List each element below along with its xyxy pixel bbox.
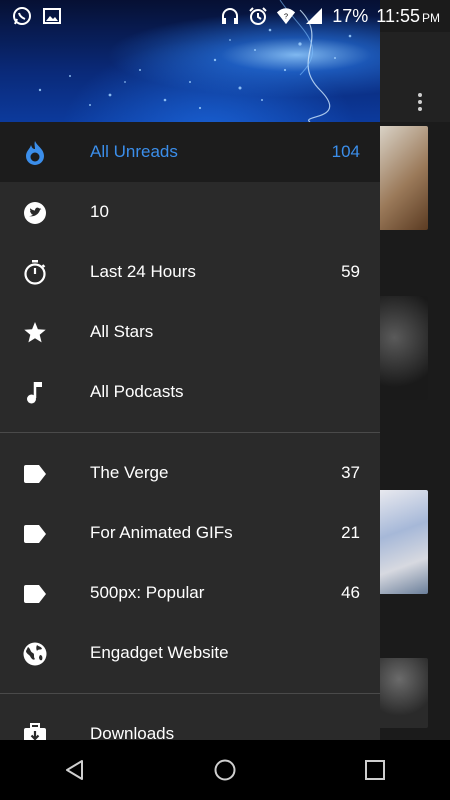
drawer-item-label: Last 24 Hours [90, 262, 196, 281]
drawer-item-label: The Verge [90, 463, 169, 482]
navigation-drawer: All Unreads 104 10 Last 24 Hours 59 All … [0, 0, 380, 740]
drawer-item-500px-popular[interactable]: 500px: Popular 46 [0, 563, 380, 623]
divider [0, 693, 380, 694]
drawer-item-the-verge[interactable]: The Verge 37 [0, 443, 380, 503]
clock: 11:55 PM [376, 6, 440, 27]
headphones-icon [220, 6, 240, 26]
whatsapp-icon [12, 6, 32, 26]
overflow-menu-icon[interactable] [418, 90, 424, 114]
recents-icon [365, 760, 385, 780]
twitter-icon [22, 200, 48, 226]
divider [0, 432, 380, 433]
wifi-icon: ? [276, 6, 296, 26]
drawer-item-label: All Unreads [90, 142, 178, 161]
stopwatch-icon [22, 260, 48, 286]
drawer-item-label: 500px: Popular [90, 583, 205, 602]
clock-time: 11:55 [376, 5, 420, 26]
alarm-icon [248, 6, 268, 26]
drawer-item-all-podcasts[interactable]: All Podcasts [0, 362, 380, 422]
drawer-item-for-animated-gifs[interactable]: For Animated GIFs 21 [0, 503, 380, 563]
article-thumbnail[interactable] [380, 490, 428, 594]
download-icon [22, 722, 48, 740]
unread-count: 46 [341, 583, 360, 602]
background-toolbar [380, 32, 450, 122]
home-icon [214, 759, 236, 781]
drawer-item-last-24-hours[interactable]: Last 24 Hours 59 [0, 242, 380, 302]
music-note-icon [22, 380, 48, 406]
drawer-item-label: Engadget Website [90, 643, 229, 662]
star-icon [22, 320, 48, 346]
drawer-item-downloads[interactable]: Downloads [0, 704, 380, 740]
home-button[interactable] [195, 740, 255, 800]
drawer-item-label: 10 [90, 202, 109, 221]
gallery-icon [42, 6, 62, 26]
drawer-item-twitter[interactable]: 10 [0, 182, 380, 242]
unread-count: 104 [331, 142, 360, 161]
drawer-item-all-unreads[interactable]: All Unreads 104 [0, 122, 380, 182]
drawer-item-label: All Podcasts [90, 382, 184, 401]
signal-icon [304, 6, 324, 26]
drawer-item-label: Downloads [90, 724, 175, 740]
back-button[interactable] [45, 740, 105, 800]
tag-icon [22, 461, 48, 487]
svg-text:?: ? [284, 12, 288, 21]
back-icon [66, 760, 83, 780]
drawer-item-label: For Animated GIFs [90, 523, 233, 542]
background-article-list [380, 0, 450, 740]
flame-icon [22, 140, 48, 166]
tag-icon [22, 581, 48, 607]
drawer-item-engadget-website[interactable]: Engadget Website [0, 623, 380, 683]
status-bar: ? 17% 11:55 PM [0, 0, 450, 32]
drawer-item-all-stars[interactable]: All Stars [0, 302, 380, 362]
clock-ampm: PM [422, 10, 440, 25]
article-thumbnail[interactable] [380, 658, 428, 728]
tag-icon [22, 521, 48, 547]
unread-count: 59 [341, 262, 360, 281]
battery-percent: 17% [332, 5, 369, 26]
recents-button[interactable] [345, 740, 405, 800]
article-thumbnail[interactable] [380, 126, 428, 230]
article-thumbnail[interactable] [380, 296, 428, 400]
globe-icon [22, 641, 48, 667]
drawer-item-label: All Stars [90, 322, 154, 341]
unread-count: 37 [341, 463, 360, 482]
system-navigation-bar [0, 740, 450, 800]
unread-count: 21 [341, 523, 360, 542]
